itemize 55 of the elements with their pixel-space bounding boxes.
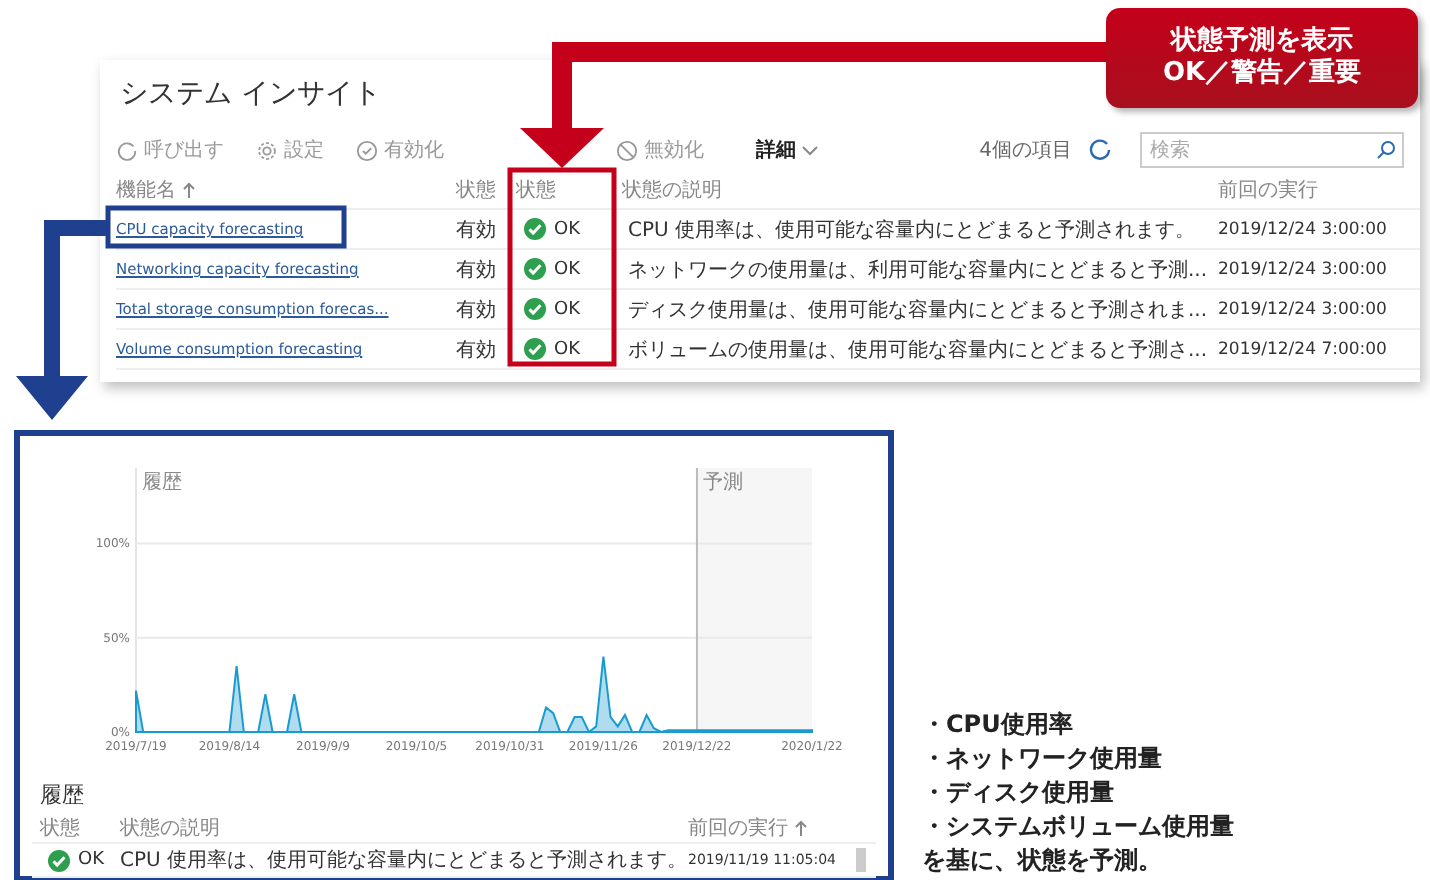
status-cell: OK (516, 338, 622, 360)
chart-label: 予測 (702, 472, 743, 494)
description-cell-text: CPU 使用率は、使用可能な容量内にとどまると予測されます。 (626, 217, 1198, 243)
callout-text: OK／警告／重要 (1162, 58, 1362, 90)
status-cell: OK (516, 298, 622, 320)
gear-icon (256, 139, 278, 161)
status-cell: OK (516, 258, 622, 280)
column-header[interactable]: 前回の実行 (688, 814, 856, 842)
summary-text: を基に、状態を予測。 (922, 844, 1164, 878)
last-run-cell-text: 2019/12/24 7:00:00 (1218, 339, 1389, 359)
caret-icon (802, 145, 818, 155)
item-count: 4個の項目 (979, 138, 1074, 164)
bullet-text: ・ネットワーク使用量 (922, 742, 1164, 776)
block-icon (616, 139, 638, 161)
bullet-text: ・システムボリューム使用量 (922, 810, 1234, 844)
bullet-text: ・CPU使用率 (922, 708, 1075, 742)
column-header[interactable]: 前回の実行 (1218, 176, 1390, 204)
last-run-cell-text: 2019/12/24 3:00:00 (1218, 259, 1389, 279)
description-cell-text: ネットワークの使用量は、利用可能な容量内にとどまると予測... (626, 257, 1210, 283)
last-run-cell-text: 2019/12/24 3:00:00 (1218, 299, 1389, 319)
column-header[interactable]: 状態の説明 (622, 176, 1218, 204)
sort-arrow-icon (794, 820, 808, 836)
state-cell-text: 有効 (456, 337, 498, 363)
chart-label: 履歴 (142, 472, 182, 494)
check-icon (48, 849, 70, 871)
column-header[interactable]: 状態の説明 (120, 814, 688, 842)
column-header[interactable]: 状態 (456, 176, 516, 204)
state-cell-text: 有効 (456, 257, 498, 283)
search-icon (1376, 140, 1396, 160)
column-header[interactable]: 状態 (40, 814, 120, 842)
check-icon (524, 258, 546, 280)
search-field[interactable]: 検索 (1140, 132, 1404, 168)
description-cell-text: CPU 使用率は、使用可能な容量内にとどまると予測されます。 (120, 847, 688, 874)
state-cell-text: 有効 (456, 217, 498, 243)
scrollbar[interactable] (856, 848, 866, 872)
sort-arrow-icon (182, 182, 196, 198)
description-cell-text: ボリュームの使用量は、使用可能な容量内にとどまると予測さ... (626, 337, 1210, 363)
check-icon (524, 298, 546, 320)
check-icon (524, 338, 546, 360)
last-run-cell-text: 2019/12/24 3:00:00 (1218, 219, 1389, 239)
column-header[interactable]: 機能名 (116, 176, 456, 204)
check-icon (524, 218, 546, 240)
status-cell: OK (516, 218, 622, 240)
column-header[interactable]: 状態 (516, 176, 622, 204)
more-menu[interactable]: 詳細 (756, 136, 876, 164)
refresh-icon (116, 139, 138, 161)
status-cell: OK (40, 849, 120, 871)
refresh-icon[interactable] (1088, 138, 1112, 162)
state-cell-text: 有効 (456, 297, 498, 323)
window-title: システム インサイト (118, 76, 383, 114)
history-title: 履歴 (40, 780, 86, 810)
description-cell-text: ディスク使用量は、使用可能な容量内にとどまると予測されま... (626, 297, 1210, 323)
callout-text: 状態予測を表示 (1171, 26, 1353, 57)
bullet-text: ・ディスク使用量 (922, 776, 1116, 810)
check-circle-icon (356, 139, 378, 161)
